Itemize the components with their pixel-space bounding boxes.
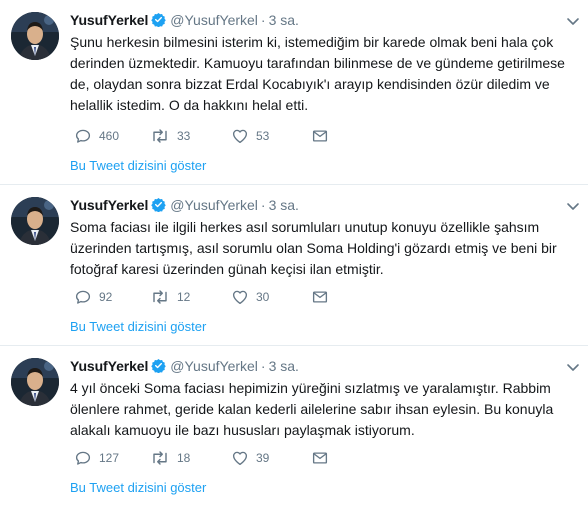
tweet-text-line: 4 yıl önceki Soma faciası hepimizin yüre… xyxy=(70,380,551,396)
like-button[interactable]: 53 xyxy=(231,126,269,146)
tweet-header: YusufYerkel @YusufYerkel · 3 sa. xyxy=(70,10,299,30)
tweet-text-line: Soma faciası ile ilgili herkes asıl soru… xyxy=(70,219,540,235)
author-name[interactable]: YusufYerkel xyxy=(70,358,148,374)
tweet-card[interactable]: YusufYerkel @YusufYerkel · 3 sa. 4 yıl önce… xyxy=(0,346,588,507)
reply-count: 127 xyxy=(99,451,120,465)
tweet-timestamp[interactable]: 3 sa. xyxy=(269,12,299,28)
retweet-count: 12 xyxy=(177,290,191,304)
tweet-header: YusufYerkel @YusufYerkel · 3 sa. xyxy=(70,356,299,376)
direct-message-icon xyxy=(311,288,329,306)
tweet-timestamp[interactable]: 3 sa. xyxy=(269,197,299,213)
author-name[interactable]: YusufYerkel xyxy=(70,12,148,28)
separator-dot: · xyxy=(260,12,266,28)
tweet-text: Şunu herkesin bilmesini isterim ki, iste… xyxy=(70,32,580,116)
reply-button[interactable]: 460 xyxy=(74,126,119,146)
author-handle[interactable]: @YusufYerkel xyxy=(170,12,258,28)
chevron-down-icon[interactable] xyxy=(566,14,580,25)
retweet-button[interactable]: 12 xyxy=(150,287,190,307)
avatar[interactable] xyxy=(11,197,59,245)
avatar[interactable] xyxy=(11,12,59,60)
verified-badge-icon xyxy=(151,12,167,32)
tweet-card[interactable]: YusufYerkel @YusufYerkel · 3 sa. Soma facia… xyxy=(0,185,588,346)
show-thread-link[interactable]: Bu Tweet dizisini göster xyxy=(70,319,206,334)
reply-button[interactable]: 92 xyxy=(74,287,112,307)
retweet-button[interactable]: 18 xyxy=(150,448,190,468)
retweet-count: 33 xyxy=(177,129,191,143)
retweet-icon xyxy=(150,449,170,467)
author-handle[interactable]: @YusufYerkel xyxy=(170,358,258,374)
tweet-text-line: Şunu herkesin bilmesini isterim ki, iste… xyxy=(70,34,554,50)
direct-message-icon xyxy=(311,449,329,467)
reply-icon xyxy=(74,449,92,467)
like-button[interactable]: 39 xyxy=(231,448,269,468)
reply-icon xyxy=(74,288,92,306)
tweet-text-line: ölenlere rahmet, geride kalan kederli ai… xyxy=(70,401,554,417)
like-button[interactable]: 30 xyxy=(231,287,269,307)
reply-icon xyxy=(74,127,92,145)
reply-count: 460 xyxy=(99,129,120,143)
reply-button[interactable]: 127 xyxy=(74,448,119,468)
verified-badge-icon xyxy=(151,358,167,378)
retweet-button[interactable]: 33 xyxy=(150,126,190,146)
heart-icon xyxy=(231,449,249,467)
reply-count: 92 xyxy=(99,290,113,304)
like-count: 30 xyxy=(256,290,270,304)
tweet-text-line: üzerinden tartışmış, asıl sorumlu olan S… xyxy=(70,240,557,256)
separator-dot: · xyxy=(260,358,266,374)
tweet-text-line: derinden üzmektedir. Kamuoyu tarafından … xyxy=(70,55,565,71)
tweet-header: YusufYerkel @YusufYerkel · 3 sa. xyxy=(70,195,299,215)
tweet-actions: 127 18 39 xyxy=(70,448,340,468)
retweet-icon xyxy=(150,127,170,145)
author-handle[interactable]: @YusufYerkel xyxy=(170,197,258,213)
show-thread-link[interactable]: Bu Tweet dizisini göster xyxy=(70,480,206,495)
retweet-icon xyxy=(150,288,170,306)
author-name[interactable]: YusufYerkel xyxy=(70,197,148,213)
tweet-text-line: alakalı kamuoyu ile bazı hususları payla… xyxy=(70,422,415,438)
direct-message-button[interactable] xyxy=(311,287,329,307)
retweet-count: 18 xyxy=(177,451,191,465)
tweet-feed: YusufYerkel @YusufYerkel · 3 sa. Şunu herke… xyxy=(0,0,588,507)
direct-message-button[interactable] xyxy=(311,448,329,468)
chevron-down-icon[interactable] xyxy=(566,199,580,210)
direct-message-icon xyxy=(311,127,329,145)
tweet-text-line: fotoğraf karesi üzerinden günah keçisi i… xyxy=(70,261,384,277)
avatar[interactable] xyxy=(11,358,59,406)
verified-badge-icon xyxy=(151,197,167,217)
tweet-card[interactable]: YusufYerkel @YusufYerkel · 3 sa. Şunu herke… xyxy=(0,0,588,185)
heart-icon xyxy=(231,288,249,306)
tweet-actions: 92 12 30 xyxy=(70,287,340,307)
tweet-actions: 460 33 53 xyxy=(70,126,340,146)
like-count: 53 xyxy=(256,129,270,143)
tweet-text: 4 yıl önceki Soma faciası hepimizin yüre… xyxy=(70,378,580,441)
tweet-text-line: de, olaydan sonra bizzat Erdal Kocabıyık… xyxy=(70,76,550,92)
tweet-timestamp[interactable]: 3 sa. xyxy=(269,358,299,374)
heart-icon xyxy=(231,127,249,145)
like-count: 39 xyxy=(256,451,270,465)
tweet-text: Soma faciası ile ilgili herkes asıl soru… xyxy=(70,217,580,280)
chevron-down-icon[interactable] xyxy=(566,360,580,371)
direct-message-button[interactable] xyxy=(311,126,329,146)
show-thread-link[interactable]: Bu Tweet dizisini göster xyxy=(70,158,206,173)
separator-dot: · xyxy=(260,197,266,213)
tweet-text-line: helallik istedim. O da hakkını helal ett… xyxy=(70,97,309,113)
